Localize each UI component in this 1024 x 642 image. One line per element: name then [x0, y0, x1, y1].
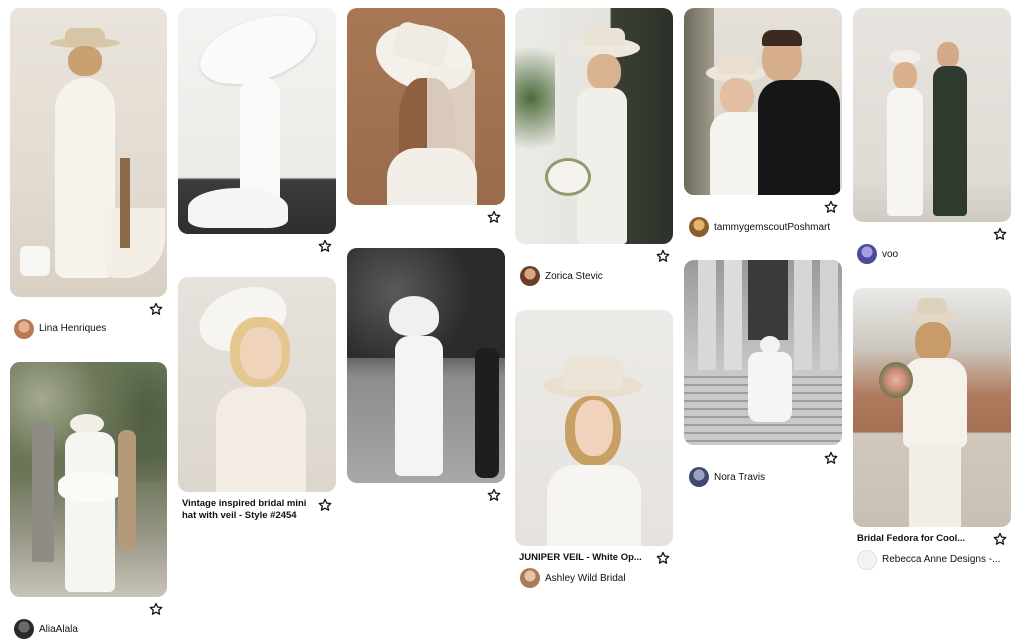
pin-image[interactable]	[684, 8, 842, 195]
avatar[interactable]	[689, 217, 709, 237]
star-outline-icon[interactable]	[824, 451, 840, 467]
pin-image[interactable]	[347, 8, 505, 205]
pin-image[interactable]	[515, 8, 673, 244]
author-name[interactable]: Lina Henriques	[39, 323, 106, 334]
author-name[interactable]: Rebecca Anne Designs -...	[882, 554, 1000, 565]
avatar[interactable]	[14, 619, 34, 639]
author-name[interactable]: Nora Travis	[714, 472, 765, 483]
star-outline-icon[interactable]	[993, 227, 1009, 243]
star-outline-icon[interactable]	[487, 210, 503, 226]
star-outline-icon[interactable]	[487, 488, 503, 504]
avatar[interactable]	[14, 319, 34, 339]
star-outline-icon[interactable]	[318, 498, 334, 514]
pin-title[interactable]: Bridal Fedora for Cool...	[857, 533, 987, 545]
pin-image[interactable]	[853, 8, 1011, 222]
pin-image[interactable]	[10, 8, 167, 297]
avatar[interactable]	[520, 266, 540, 286]
author-name[interactable]: Zorica Stevic	[545, 271, 603, 282]
pin-image[interactable]	[10, 362, 167, 597]
star-outline-icon[interactable]	[993, 532, 1009, 548]
pin-image[interactable]	[684, 260, 842, 445]
author-name[interactable]: Ashley Wild Bridal	[545, 573, 626, 584]
avatar[interactable]	[857, 550, 877, 570]
pin-image[interactable]	[178, 277, 336, 492]
pin-title[interactable]: JUNIPER VEIL - White Op...	[519, 552, 649, 564]
pin-image[interactable]	[515, 310, 673, 546]
author-name[interactable]: voo	[882, 249, 898, 260]
author-name[interactable]: tammygemscoutPoshmart	[714, 222, 830, 233]
pin-title[interactable]: Vintage inspired bridal mini hat with ve…	[182, 498, 312, 522]
star-outline-icon[interactable]	[656, 249, 672, 265]
star-outline-icon[interactable]	[318, 239, 334, 255]
avatar[interactable]	[520, 568, 540, 588]
star-outline-icon[interactable]	[656, 551, 672, 567]
avatar[interactable]	[689, 467, 709, 487]
author-name[interactable]: AliaAlala	[39, 624, 78, 635]
star-outline-icon[interactable]	[149, 302, 165, 318]
star-outline-icon[interactable]	[824, 200, 840, 216]
star-outline-icon[interactable]	[149, 602, 165, 618]
avatar[interactable]	[857, 244, 877, 264]
pin-image[interactable]	[178, 8, 336, 234]
pin-image[interactable]	[853, 288, 1011, 527]
pin-image[interactable]	[347, 248, 505, 483]
